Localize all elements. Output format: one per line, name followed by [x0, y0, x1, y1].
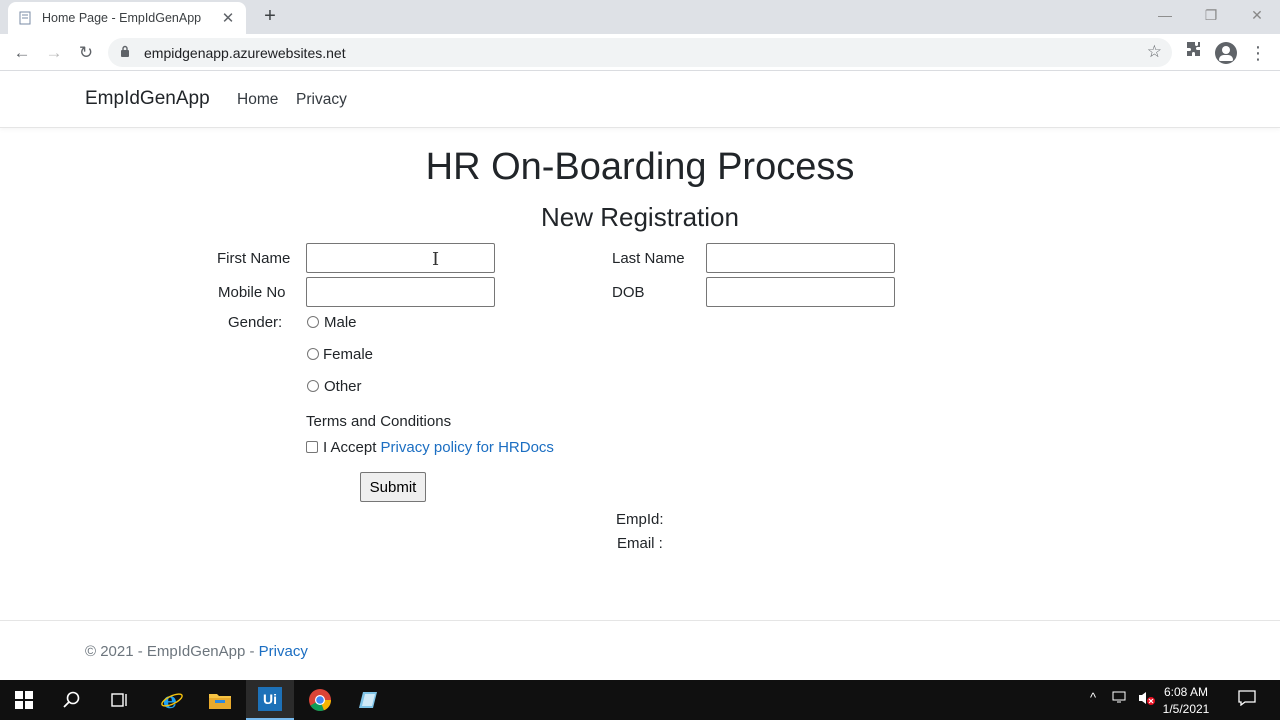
mobile-label: Mobile No	[218, 284, 286, 301]
new-tab-button[interactable]: +	[258, 5, 282, 29]
first-name-label: First Name	[217, 250, 291, 267]
accept-terms-text: I Accept Privacy policy for HRDocs	[323, 439, 554, 456]
extensions-icon[interactable]	[1182, 41, 1206, 65]
bookmark-star-icon[interactable]: ☆	[1147, 42, 1162, 62]
gender-male-label: Male	[324, 314, 357, 331]
tab-title: Home Page - EmpIdGenApp	[42, 11, 202, 25]
lock-icon	[120, 45, 134, 60]
email-label: Email :	[617, 535, 663, 552]
site-navbar: EmpIdGenApp Home Privacy	[0, 71, 1280, 128]
clock-date: 1/5/2021	[1162, 702, 1210, 716]
close-tab-icon[interactable]: ✕	[220, 9, 236, 27]
dob-label: DOB	[612, 284, 645, 301]
page-title: HR On-Boarding Process	[425, 146, 855, 188]
network-icon[interactable]	[1112, 690, 1128, 707]
browser-toolbar: ← → ↻ empidgenapp.azurewebsites.net ☆ ⋮	[0, 34, 1280, 71]
taskbar-clock[interactable]: 6:08 AM 1/5/2021	[1156, 684, 1216, 718]
last-name-label: Last Name	[612, 250, 685, 267]
clock-time: 6:08 AM	[1163, 685, 1209, 699]
accept-terms-checkbox[interactable]	[306, 441, 318, 453]
url-text: empidgenapp.azurewebsites.net	[144, 44, 346, 61]
empid-label: EmpId:	[616, 511, 664, 528]
browser-tabstrip: Home Page - EmpIdGenApp ✕ + — ❐ ✕	[0, 0, 1280, 34]
show-hidden-icons-chevron-icon[interactable]: ^	[1090, 690, 1096, 705]
close-window-icon[interactable]: ✕	[1234, 3, 1280, 27]
notification-center-icon[interactable]	[1238, 690, 1256, 709]
submit-button[interactable]: Submit	[360, 472, 426, 502]
address-bar[interactable]: empidgenapp.azurewebsites.net ☆	[108, 38, 1172, 67]
internet-explorer-icon[interactable]: e	[148, 680, 196, 720]
uipath-icon[interactable]: Ui	[246, 680, 294, 720]
gender-female-radio[interactable]	[307, 348, 319, 360]
back-icon[interactable]: ←	[9, 40, 35, 66]
search-icon[interactable]	[48, 680, 96, 720]
profile-icon[interactable]	[1214, 41, 1238, 65]
windows-start-icon[interactable]	[0, 680, 48, 720]
file-explorer-icon[interactable]	[196, 680, 244, 720]
browser-tab[interactable]: Home Page - EmpIdGenApp ✕	[8, 2, 246, 34]
menu-kebab-icon[interactable]: ⋮	[1246, 41, 1270, 65]
last-name-input[interactable]	[706, 243, 895, 273]
notepad-app-icon[interactable]	[346, 680, 394, 720]
first-name-input[interactable]	[306, 243, 495, 273]
restore-icon[interactable]: ❐	[1188, 3, 1234, 27]
windows-taskbar: e Ui ^ 6:08 AM 1/5/2021	[0, 680, 1280, 720]
dob-input[interactable]	[706, 277, 895, 307]
page-icon	[18, 11, 32, 25]
gender-other-label: Other	[324, 378, 362, 395]
mobile-input[interactable]	[306, 277, 495, 307]
nav-home-link[interactable]: Home	[237, 91, 278, 109]
terms-heading: Terms and Conditions	[306, 413, 452, 430]
copyright-text: © 2021 - EmpIdGenApp -	[85, 643, 259, 660]
forward-icon[interactable]: →	[41, 40, 67, 66]
minimize-icon[interactable]: —	[1142, 3, 1188, 27]
gender-male-radio[interactable]	[307, 316, 319, 328]
gender-label: Gender:	[228, 314, 283, 331]
chrome-icon[interactable]	[296, 680, 344, 720]
nav-privacy-link[interactable]: Privacy	[296, 91, 347, 109]
task-view-icon[interactable]	[96, 680, 144, 720]
accept-label: I Accept	[323, 439, 377, 456]
footer-privacy-link[interactable]: Privacy	[259, 643, 308, 660]
brand-link[interactable]: EmpIdGenApp	[85, 88, 210, 110]
gender-other-radio[interactable]	[307, 380, 319, 392]
site-footer: © 2021 - EmpIdGenApp - Privacy	[0, 620, 1280, 680]
page-subtitle: New Registration	[541, 202, 739, 232]
reload-icon[interactable]: ↻	[73, 40, 99, 66]
footer-text: © 2021 - EmpIdGenApp - Privacy	[85, 643, 308, 660]
gender-female-label: Female	[323, 346, 374, 363]
privacy-policy-link[interactable]: Privacy policy for HRDocs	[381, 439, 554, 456]
volume-muted-icon[interactable]	[1138, 690, 1156, 709]
text-cursor-icon: I	[432, 249, 440, 270]
